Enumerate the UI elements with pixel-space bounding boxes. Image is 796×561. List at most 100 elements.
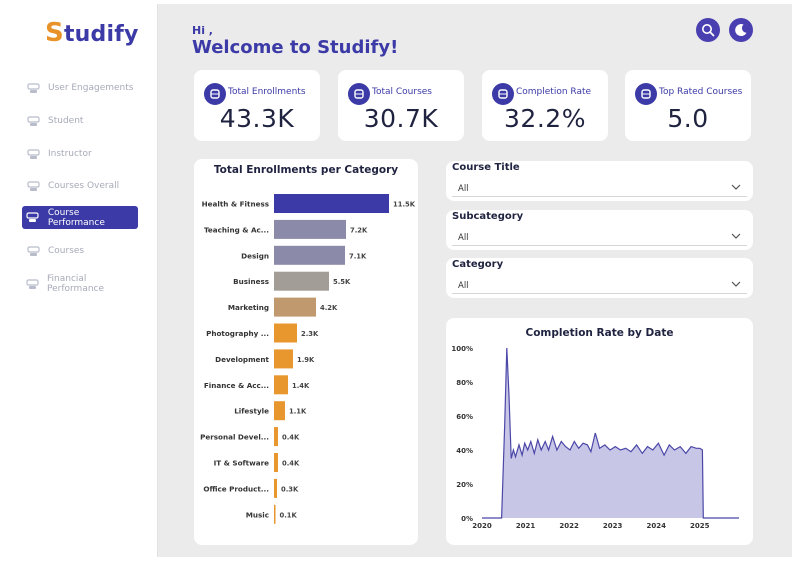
filter-subcategory: Subcategory All (446, 210, 753, 250)
sidebar-item-courses-overall[interactable]: Courses Overall (22, 175, 138, 197)
logo-initial: S (45, 18, 64, 48)
enrollments-bar-chart: Health & Fitness 11.5K Teaching & Ac... 7.2… (200, 194, 416, 524)
y-tick-label: 40% (456, 447, 473, 455)
logo-text: tudify (63, 22, 139, 47)
database-icon (204, 83, 226, 105)
bar-value-label: 4.2K (320, 304, 338, 312)
bar-value-label: 2.3K (301, 330, 319, 338)
search-icon (702, 24, 715, 37)
graduation-cap-icon (26, 180, 40, 192)
sidebar-item-course-performance[interactable]: Course Performance (22, 206, 138, 229)
bar-6[interactable] (274, 349, 293, 369)
category-label: Health & Fitness (202, 200, 269, 209)
sidebar-item-student[interactable]: Student (22, 110, 138, 132)
ring-icon (492, 83, 514, 105)
filter-value: All (458, 183, 469, 194)
filter-dropdown[interactable]: All (452, 230, 747, 246)
filter-dropdown[interactable]: All (452, 181, 747, 197)
bar-0[interactable] (274, 194, 389, 213)
kpi-label: Top Rated Courses (659, 87, 743, 97)
bar-value-label: 0.4K (282, 434, 300, 442)
kpi-value: 30.7K (363, 104, 439, 133)
kpi-label: Total Courses (372, 87, 432, 97)
bar-2[interactable] (274, 245, 345, 265)
completion-area-fill (482, 348, 739, 518)
bar-11[interactable] (274, 478, 277, 498)
app-logo[interactable]: Studify (45, 18, 139, 48)
sidebar-item-instructor[interactable]: Instructor (22, 143, 138, 165)
chevron-down-icon (731, 233, 741, 239)
filter-value: All (458, 280, 469, 291)
chevron-down-icon (731, 281, 741, 287)
kpi-value: 32.2% (504, 104, 586, 133)
sidebar-item-label: Courses Overall (48, 181, 120, 191)
category-label: Personal Devel... (200, 433, 269, 442)
search-button[interactable] (696, 18, 720, 42)
bar-7[interactable] (274, 375, 288, 395)
category-label: Lifestyle (234, 407, 269, 416)
x-tick-label: 2022 (559, 522, 579, 530)
badge-icon (635, 83, 657, 105)
bar-3[interactable] (274, 271, 329, 291)
bottom-strip (0, 557, 796, 561)
bar-value-label: 0.3K (281, 485, 299, 493)
sidebar-item-user-engagements[interactable]: User Engagements (22, 77, 138, 99)
performance-icon (26, 212, 40, 224)
y-tick-label: 80% (456, 379, 473, 387)
bar-12[interactable] (274, 504, 276, 524)
bar-value-label: 1.4K (292, 382, 310, 390)
sidebar-item-label: Student (48, 116, 84, 126)
category-label: IT & Software (214, 459, 270, 468)
sidebar-item-financial-performance[interactable]: Financial Performance (22, 273, 138, 295)
x-tick-label: 2020 (472, 522, 492, 530)
x-tick-label: 2024 (646, 522, 666, 530)
chevron-down-icon (731, 184, 741, 190)
y-tick-label: 0% (461, 515, 473, 523)
filter-course-title: Course Title All (446, 161, 753, 201)
y-tick-label: 20% (456, 481, 473, 489)
bar-1[interactable] (274, 219, 346, 239)
kpi-value: 43.3K (219, 104, 295, 133)
sidebar-item-label: Course Performance (47, 207, 105, 228)
monitor-icon (26, 245, 40, 257)
sidebar-item-courses[interactable]: Courses (22, 240, 138, 262)
enrollments-per-category-card: Total Enrollments per Category Health & … (194, 159, 418, 545)
y-tick-label: 100% (451, 345, 473, 353)
bar-value-label: 7.2K (350, 226, 368, 234)
bar-value-label: 5.5K (333, 278, 351, 286)
grid-icon (348, 83, 370, 105)
users-icon (26, 82, 40, 94)
kpi-value: 5.0 (667, 104, 709, 133)
x-tick-label: 2025 (690, 522, 710, 530)
page-title: Welcome to Studify! (192, 37, 399, 58)
filter-value: All (458, 232, 469, 243)
x-tick-label: 2021 (516, 522, 536, 530)
filter-dropdown[interactable]: All (452, 278, 747, 294)
instructor-icon (26, 148, 40, 160)
finance-icon (26, 278, 39, 290)
kpi-card-total-enrollments: Total Enrollments 43.3K (194, 70, 320, 141)
category-label: Photography ... (206, 329, 269, 338)
theme-toggle-button[interactable] (729, 18, 753, 42)
category-label: Development (215, 355, 269, 364)
filter-label: Subcategory (452, 211, 524, 222)
sidebar-item-label: User Engagements (48, 83, 134, 93)
category-label: Design (241, 251, 269, 260)
student-icon (26, 115, 40, 127)
sidebar-item-label: Courses (48, 246, 85, 256)
category-label: Business (233, 277, 269, 286)
bar-value-label: 0.4K (282, 460, 300, 468)
bar-value-label: 7.1K (349, 252, 367, 260)
bar-9[interactable] (274, 427, 278, 447)
sidebar-item-label: Instructor (48, 149, 92, 159)
completion-rate-area-chart: 0% 20% 40% 60% 80% 100% 2020 2021 2022 2023 2024 20… (451, 345, 739, 530)
moon-icon (735, 24, 747, 37)
kpi-card-completion-rate: Completion Rate 32.2% (482, 70, 608, 141)
category-label: Marketing (228, 303, 269, 312)
bar-5[interactable] (274, 323, 297, 343)
category-label: Teaching & Ac... (204, 225, 269, 234)
bar-10[interactable] (274, 453, 278, 472)
category-label: Office Product... (203, 484, 269, 493)
bar-4[interactable] (274, 297, 316, 317)
bar-8[interactable] (274, 401, 285, 421)
